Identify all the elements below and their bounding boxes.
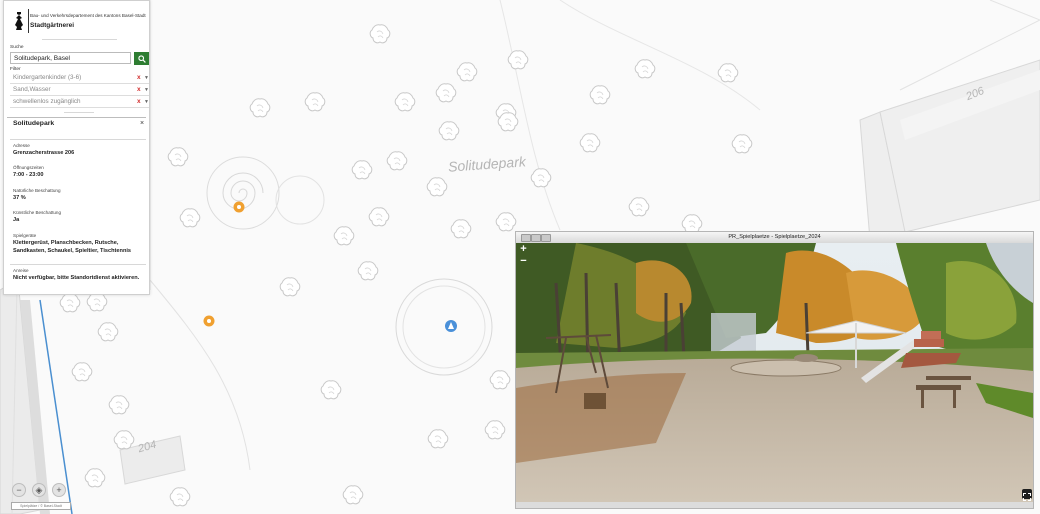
opening-hours-value: 7:00 - 23:00 xyxy=(13,172,44,178)
filter-clear-button[interactable]: x xyxy=(137,97,141,107)
viewer-footer xyxy=(516,502,1033,508)
filter-divider xyxy=(64,112,94,113)
organization-name: Stadtgärtnerei xyxy=(30,22,75,29)
directions-label: Anreise xyxy=(13,268,29,273)
search-label: Suche xyxy=(10,45,24,50)
viewer-title: PR_Spielplaetze - Spielplaetze_2024 xyxy=(728,234,821,240)
filter-label: Filter xyxy=(10,67,21,72)
detail-divider xyxy=(10,139,146,140)
panorama-image[interactable]: + − xyxy=(516,243,1033,502)
header-divider xyxy=(42,39,117,40)
zoom-in-icon[interactable]: + xyxy=(52,483,66,497)
panorama-position-icon xyxy=(445,320,457,332)
filter-select[interactable]: schwellenlos zugänglich x ▼ xyxy=(10,97,149,108)
filter-value: Kindergartenkinder (3-6) xyxy=(13,74,82,81)
artificial-shade-label: Künstliche Beschattung xyxy=(13,210,62,215)
artificial-shade-value: Ja xyxy=(13,217,20,223)
chevron-down-icon[interactable]: ▼ xyxy=(144,97,149,107)
opening-hours-label: Öffnungszeiten xyxy=(13,165,44,170)
natural-shade-label: Natürliche Beschattung xyxy=(13,188,61,193)
panorama-photo xyxy=(516,243,1033,502)
panorama-viewer[interactable]: PR_Spielplaetze - Spielplaetze_2024 + − xyxy=(515,231,1034,509)
logo-divider xyxy=(28,9,29,33)
section-divider xyxy=(7,117,146,118)
map-attribution: Spielplätze / © Basel-Stadt xyxy=(11,502,71,510)
natural-shade-value: 37 % xyxy=(13,195,26,201)
search-input[interactable]: Solitudepark, Basel xyxy=(10,52,131,64)
department-name: Bau- und Verkehrsdepartement des Kantons… xyxy=(30,13,146,18)
detail-title: Solitudepark xyxy=(13,120,55,127)
close-icon[interactable]: × xyxy=(140,120,144,127)
address-label: Adresse xyxy=(13,143,30,148)
chevron-down-icon[interactable]: ▼ xyxy=(144,85,149,95)
search-button[interactable] xyxy=(134,52,149,65)
expand-icon[interactable] xyxy=(1022,489,1032,501)
zoom-out-icon[interactable]: − xyxy=(519,256,528,267)
search-icon xyxy=(137,54,146,63)
filter-value: schwellenlos zugänglich xyxy=(13,98,81,105)
address-value: Grenzacherstrasse 206 xyxy=(13,150,75,156)
playground-marker-icon xyxy=(233,201,245,213)
filter-value: Sand,Wasser xyxy=(13,86,51,93)
directions-value: Nicht verfügbar, bitte Standortdienst ak… xyxy=(13,275,140,281)
equipment-label: Spielgeräte xyxy=(13,233,37,238)
basel-crest-logo xyxy=(15,12,23,30)
playground-marker-icon xyxy=(203,315,215,327)
filter-clear-button[interactable]: x xyxy=(137,85,141,95)
expand-icon-glyph xyxy=(1023,493,1031,501)
chevron-down-icon[interactable]: ▼ xyxy=(144,73,149,83)
filter-select[interactable]: Sand,Wasser x ▼ xyxy=(10,85,149,96)
zoom-in-icon[interactable]: + xyxy=(519,244,528,255)
filter-clear-button[interactable]: x xyxy=(137,73,141,83)
equipment-value: Klettergerüst, Planschbecken, Rutsche, S… xyxy=(13,240,132,254)
zoom-out-icon[interactable]: − xyxy=(12,483,26,497)
detail-divider xyxy=(10,264,146,265)
locate-icon[interactable]: ◈ xyxy=(32,483,46,497)
filter-select[interactable]: Kindergartenkinder (3-6) x ▼ xyxy=(10,73,149,84)
side-panel: Bau- und Verkehrsdepartement des Kantons… xyxy=(3,0,150,295)
